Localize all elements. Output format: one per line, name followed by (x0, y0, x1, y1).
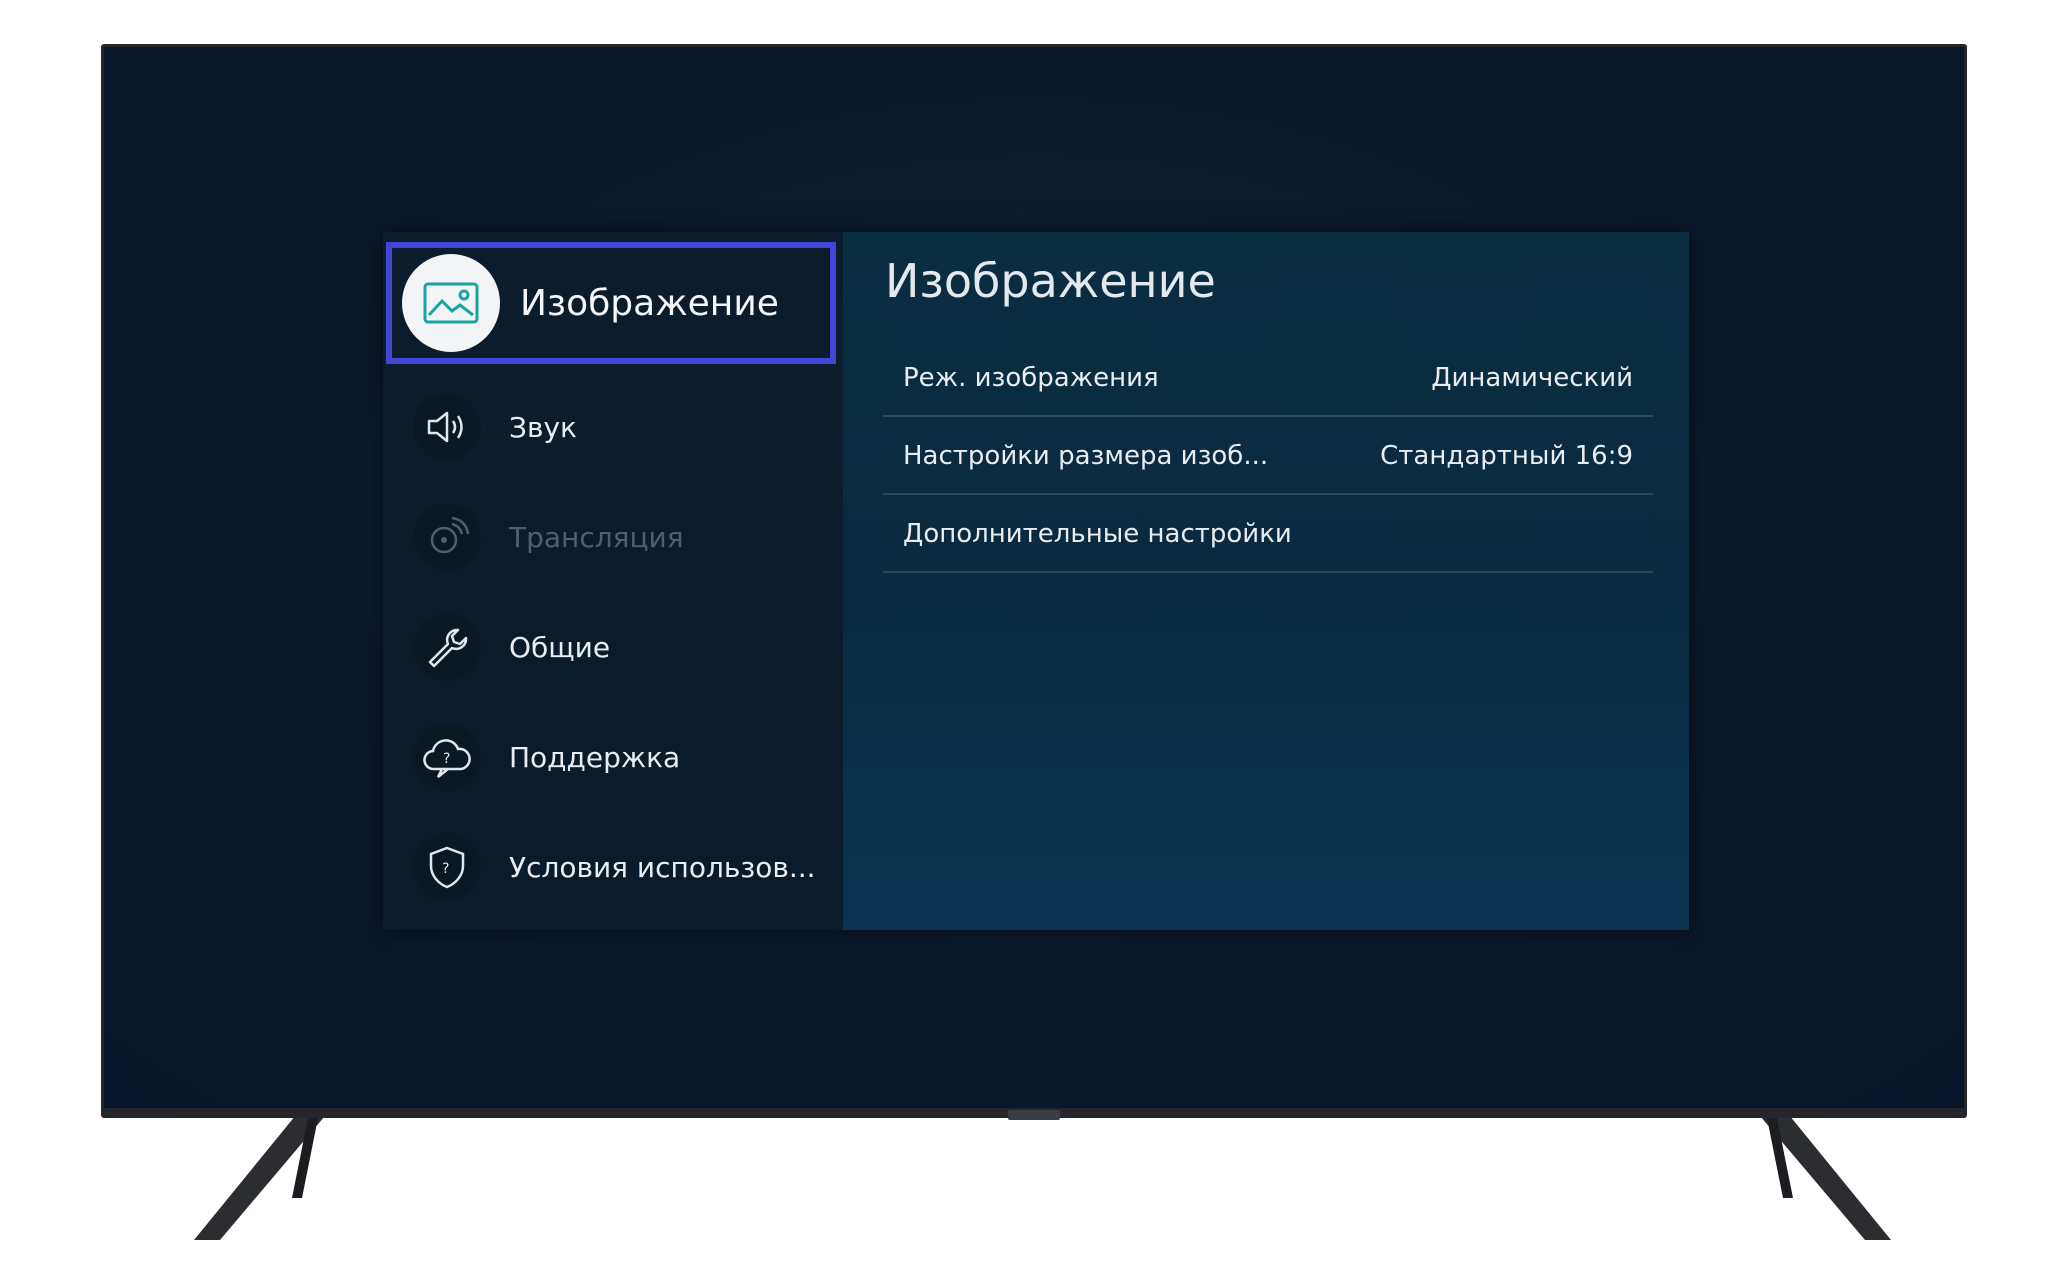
sidebar-item-general[interactable]: Общие (383, 592, 843, 702)
settings-sidebar: Изображение Звук Трансляция Общие ? Подд… (383, 232, 843, 930)
page-title: Изображение (885, 254, 1216, 308)
setting-value: Стандартный 16:9 (1380, 440, 1633, 471)
broadcast-icon (413, 503, 481, 571)
wrench-icon (413, 613, 481, 681)
setting-label: Настройки размера изоб... (903, 440, 1269, 471)
sidebar-item-picture[interactable]: Изображение (386, 242, 836, 364)
sidebar-item-label: Звук (509, 410, 577, 444)
svg-text:?: ? (442, 861, 449, 877)
sound-icon (413, 393, 481, 461)
settings-content: Изображение Реж. изображения Динамически… (843, 232, 1689, 930)
sidebar-item-label: Общие (509, 630, 611, 664)
setting-value: Динамический (1431, 362, 1633, 393)
sidebar-item-label: Изображение (520, 282, 779, 324)
setting-label: Реж. изображения (903, 362, 1159, 393)
shield-icon: ? (413, 833, 481, 901)
sidebar-item-sound[interactable]: Звук (383, 372, 843, 482)
tv-brand-logo (1008, 1110, 1060, 1120)
setting-row-expert-settings[interactable]: Дополнительные настройки (883, 496, 1653, 573)
setting-label: Дополнительные настройки (903, 518, 1292, 549)
sidebar-item-label: Трансляция (509, 520, 684, 554)
sidebar-item-support[interactable]: ? Поддержка (383, 702, 843, 812)
setting-row-picture-size[interactable]: Настройки размера изоб... Стандартный 16… (883, 418, 1653, 495)
sidebar-item-broadcast[interactable]: Трансляция (383, 482, 843, 592)
svg-text:?: ? (443, 751, 450, 767)
setting-row-picture-mode[interactable]: Реж. изображения Динамический (883, 340, 1653, 417)
support-cloud-icon: ? (413, 723, 481, 791)
settings-menu: Изображение Звук Трансляция Общие ? Подд… (383, 232, 1689, 930)
sidebar-item-label: Поддержка (509, 740, 681, 774)
tv-stand-right (1755, 1110, 1891, 1240)
sidebar-item-terms[interactable]: ? Условия использов... (383, 812, 843, 922)
tv-stand-left (194, 1110, 330, 1240)
picture-icon (402, 254, 500, 352)
sidebar-item-label: Условия использов... (509, 850, 816, 884)
